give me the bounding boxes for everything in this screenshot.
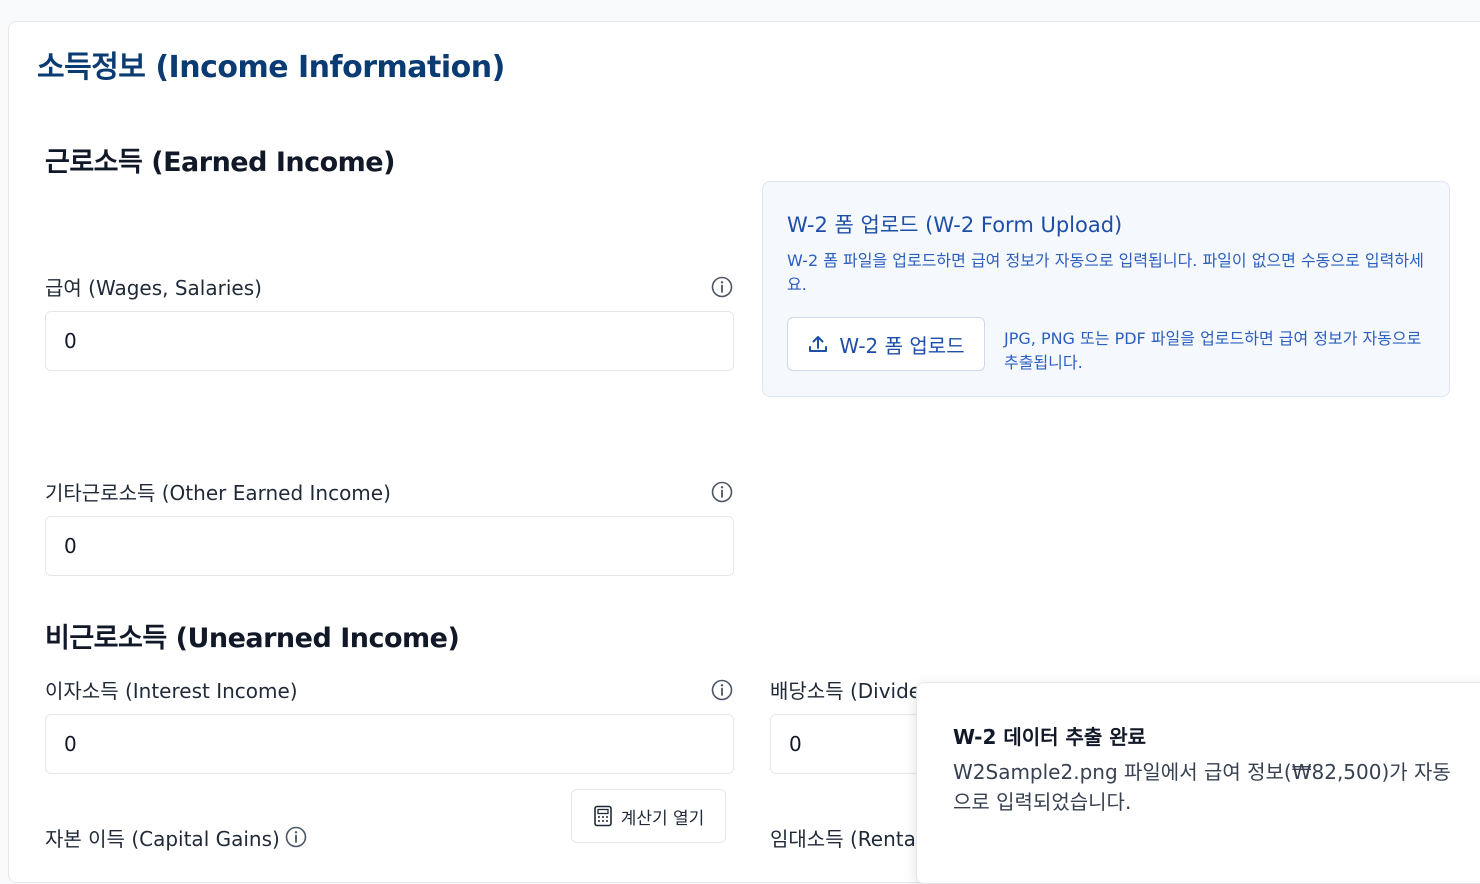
- toast-notification[interactable]: W-2 데이터 추출 완료 W2Sample2.png 파일에서 급여 정보(₩…: [916, 682, 1480, 884]
- earned-income-heading: 근로소득 (Earned Income): [45, 147, 395, 178]
- toast-message: W2Sample2.png 파일에서 급여 정보(₩82,500)가 자동으로 …: [953, 760, 1451, 814]
- w2-upload-description: W-2 폼 파일을 업로드하면 급여 정보가 자동으로 입력됩니다. 파일이 없…: [787, 251, 1424, 294]
- toast-title: W-2 데이터 추출 완료: [953, 725, 1147, 749]
- interest-input[interactable]: [45, 714, 734, 774]
- w2-upload-button-label: W-2 폼 업로드: [839, 333, 965, 358]
- info-circle-icon[interactable]: [711, 276, 733, 298]
- unearned-income-heading: 비근로소득 (Unearned Income): [45, 623, 460, 654]
- open-calculator-button[interactable]: 계산기 열기: [571, 789, 726, 843]
- w2-upload-button[interactable]: W-2 폼 업로드: [787, 317, 985, 371]
- w2-upload-panel: W-2 폼 업로드 (W-2 Form Upload) W-2 폼 파일을 업로…: [762, 181, 1450, 397]
- capital-gains-label: 자본 이득 (Capital Gains): [45, 827, 280, 851]
- interest-label: 이자소득 (Interest Income): [45, 679, 298, 703]
- info-circle-icon[interactable]: [711, 481, 733, 503]
- upload-icon: [809, 336, 828, 352]
- wages-input[interactable]: [45, 311, 734, 371]
- calculator-icon: [593, 805, 612, 827]
- page-title: 소득정보 (Income Information): [37, 50, 505, 85]
- rental-label: 임대소득 (Renta: [770, 827, 916, 851]
- wages-label: 급여 (Wages, Salaries): [45, 276, 262, 300]
- open-calculator-label: 계산기 열기: [620, 808, 705, 829]
- w2-upload-hint: JPG, PNG 또는 PDF 파일을 업로드하면 급여 정보가 자동으로 추출…: [1004, 329, 1422, 372]
- other-earned-input[interactable]: [45, 516, 734, 576]
- other-earned-label: 기타근로소득 (Other Earned Income): [45, 481, 391, 505]
- info-circle-icon[interactable]: [285, 826, 307, 848]
- info-circle-icon[interactable]: [711, 679, 733, 701]
- dividend-label: 배당소득 (Divide: [770, 679, 922, 703]
- w2-upload-title: W-2 폼 업로드 (W-2 Form Upload): [787, 213, 1123, 237]
